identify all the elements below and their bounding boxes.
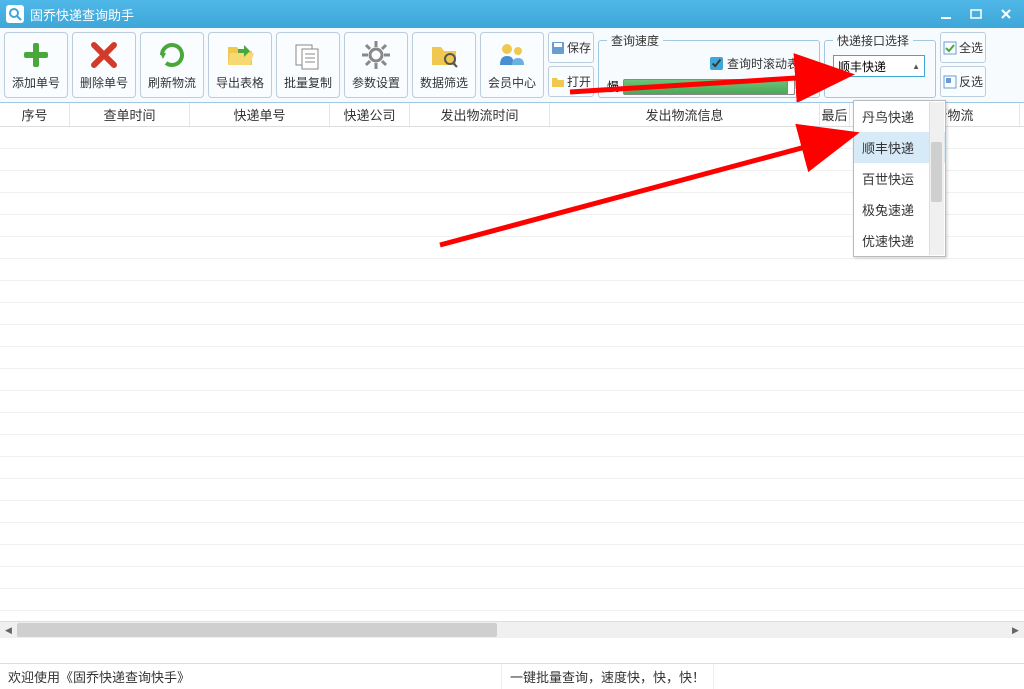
scroll-table-checkbox[interactable] (710, 57, 723, 70)
table-row[interactable] (0, 435, 1024, 457)
gear-icon (360, 39, 392, 71)
table-row[interactable] (0, 589, 1024, 611)
maximize-button[interactable] (962, 4, 990, 24)
settings-button[interactable]: 参数设置 (344, 32, 408, 98)
add-order-button[interactable]: 添加单号 (4, 32, 68, 98)
table-row[interactable] (0, 391, 1024, 413)
table-row[interactable] (0, 501, 1024, 523)
select-all-button[interactable]: 全选 (940, 32, 986, 63)
delete-order-button[interactable]: 删除单号 (72, 32, 136, 98)
column-header[interactable]: 发出物流时间 (410, 103, 550, 126)
filter-folder-icon (428, 39, 460, 71)
api-select-group: 快递接口选择 顺丰快递 ▲ (824, 32, 936, 98)
invert-select-button[interactable]: 反选 (940, 66, 986, 97)
status-right: 一键批量查询，速度快，快，快！ (502, 664, 714, 689)
table-row[interactable] (0, 479, 1024, 501)
column-header[interactable]: 序号 (0, 103, 70, 126)
api-select-combobox[interactable]: 顺丰快递 ▲ (833, 55, 925, 77)
batch-copy-button[interactable]: 批量复制 (276, 32, 340, 98)
column-header[interactable]: 快递单号 (190, 103, 330, 126)
table-row[interactable] (0, 523, 1024, 545)
select-all-icon (943, 41, 957, 55)
scroll-left-arrow[interactable]: ◀ (0, 622, 17, 638)
save-button[interactable]: 保存 (548, 32, 594, 63)
scroll-thumb[interactable] (17, 623, 497, 637)
toolbar: 添加单号 删除单号 刷新物流 导出表格 批量复制 参数设置 数据 (0, 28, 1024, 103)
member-center-button[interactable]: 会员中心 (480, 32, 544, 98)
open-button[interactable]: 打开 (548, 66, 594, 97)
title-bar: 固乔快递查询助手 (0, 0, 1024, 28)
minimize-button[interactable] (932, 4, 960, 24)
column-header[interactable]: 发出物流信息 (550, 103, 820, 126)
table-row[interactable] (0, 413, 1024, 435)
column-header[interactable]: 快递公司 (330, 103, 410, 126)
scroll-right-arrow[interactable]: ▶ (1007, 622, 1024, 638)
copy-icon (292, 39, 324, 71)
save-icon (551, 41, 565, 55)
table-row[interactable] (0, 325, 1024, 347)
open-icon (551, 75, 565, 89)
status-bar: 欢迎使用《固乔快递查询快手》 一键批量查询，速度快，快，快！ (0, 663, 1024, 689)
column-header[interactable]: 最后 (820, 103, 850, 126)
app-icon (6, 5, 24, 23)
data-filter-button[interactable]: 数据筛选 (412, 32, 476, 98)
dropdown-scrollbar[interactable] (929, 102, 944, 255)
plus-icon (20, 39, 52, 71)
refresh-icon (156, 39, 188, 71)
window-title: 固乔快递查询助手 (30, 5, 134, 24)
x-icon (88, 39, 120, 71)
api-select-dropdown[interactable]: 丹鸟快递顺丰快递百世快运极兔速递优速快递 (853, 100, 946, 257)
table-row[interactable] (0, 457, 1024, 479)
horizontal-scrollbar[interactable]: ◀ ▶ (0, 621, 1024, 638)
users-icon (496, 39, 528, 71)
invert-select-icon (943, 75, 957, 89)
refresh-button[interactable]: 刷新物流 (140, 32, 204, 98)
column-header[interactable]: 查单时间 (70, 103, 190, 126)
chevron-up-icon: ▲ (912, 62, 920, 71)
export-table-button[interactable]: 导出表格 (208, 32, 272, 98)
status-left: 欢迎使用《固乔快递查询快手》 (0, 664, 502, 689)
table-row[interactable] (0, 347, 1024, 369)
folder-export-icon (224, 39, 256, 71)
query-speed-group: 查询速度 查询时滚动表格 慢 快 (598, 32, 820, 98)
table-row[interactable] (0, 369, 1024, 391)
speed-slider[interactable] (623, 79, 795, 95)
table-row[interactable] (0, 303, 1024, 325)
close-button[interactable] (992, 4, 1020, 24)
table-row[interactable] (0, 281, 1024, 303)
table-row[interactable] (0, 545, 1024, 567)
table-row[interactable] (0, 259, 1024, 281)
table-row[interactable] (0, 567, 1024, 589)
